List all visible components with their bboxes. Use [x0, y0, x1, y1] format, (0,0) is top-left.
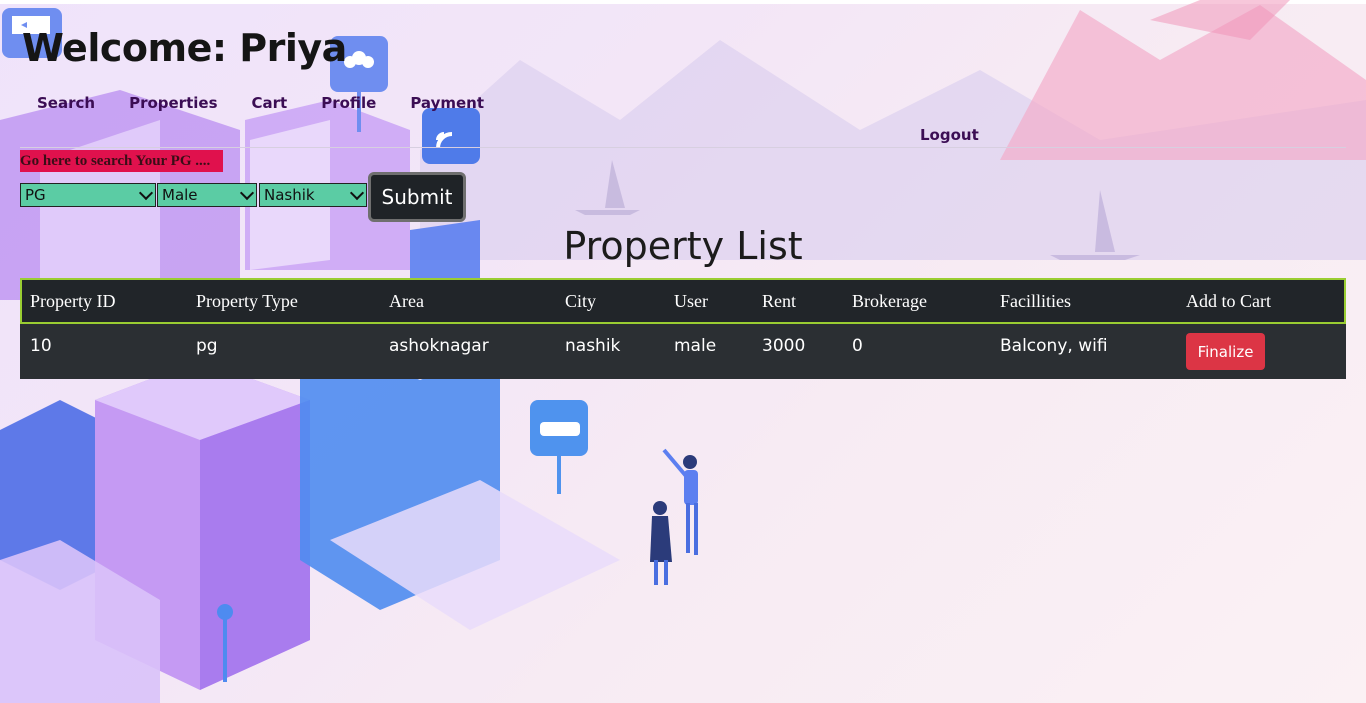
pin-car-icon — [530, 400, 588, 494]
nav-divider — [20, 147, 1346, 148]
cell-user: male — [674, 336, 717, 356]
submit-button[interactable]: Submit — [368, 172, 466, 222]
logout-link[interactable]: Logout — [920, 126, 979, 144]
gender-value: Male — [162, 186, 198, 204]
nav-search-link[interactable]: Search — [37, 94, 95, 112]
col-property-id: Property ID — [30, 291, 116, 311]
nav-profile-link[interactable]: Profile — [321, 94, 376, 112]
chevron-down-icon — [138, 185, 154, 201]
city-select[interactable]: Nashik — [259, 183, 367, 207]
col-property-type: Property Type — [196, 291, 298, 311]
table-row: 10 pg ashoknagar nashik male 3000 0 Balc… — [20, 324, 1346, 379]
chevron-down-icon — [349, 185, 365, 201]
nav-cart-link[interactable]: Cart — [252, 94, 288, 112]
cell-rent: 3000 — [762, 336, 806, 356]
cell-property-type: pg — [196, 336, 218, 356]
col-add-to-cart: Add to Cart — [1186, 291, 1271, 311]
cell-city: nashik — [565, 336, 621, 356]
cell-facilities: Balcony, wifi — [1000, 336, 1108, 356]
col-area: Area — [389, 291, 424, 311]
cell-brokerage: 0 — [852, 336, 863, 356]
cell-property-id: 10 — [30, 336, 52, 356]
main-nav: Search Properties Cart Profile Payment — [37, 94, 518, 112]
pin-wifi-icon — [422, 108, 480, 164]
col-city: City — [565, 291, 597, 311]
chevron-down-icon — [239, 185, 255, 201]
finalize-button[interactable]: Finalize — [1186, 333, 1265, 370]
cell-area: ashoknagar — [389, 336, 489, 356]
col-rent: Rent — [762, 291, 796, 311]
search-pg-link[interactable]: Go here to search Your PG .... — [20, 150, 223, 172]
nav-properties-link[interactable]: Properties — [129, 94, 217, 112]
col-facilities: Facillities — [1000, 291, 1071, 311]
property-list-title: Property List — [563, 224, 803, 268]
property-table: Property ID Property Type Area City User… — [20, 278, 1346, 379]
property-type-value: PG — [25, 186, 46, 204]
nav-payment-link[interactable]: Payment — [410, 94, 484, 112]
table-header-row: Property ID Property Type Area City User… — [20, 278, 1346, 324]
col-user: User — [674, 291, 708, 311]
city-value: Nashik — [264, 186, 315, 204]
welcome-heading: Welcome: Priya — [22, 26, 347, 70]
people-illustration — [650, 448, 698, 585]
col-brokerage: Brokerage — [852, 291, 927, 311]
property-type-select[interactable]: PG — [20, 183, 156, 207]
gender-select[interactable]: Male — [157, 183, 257, 207]
